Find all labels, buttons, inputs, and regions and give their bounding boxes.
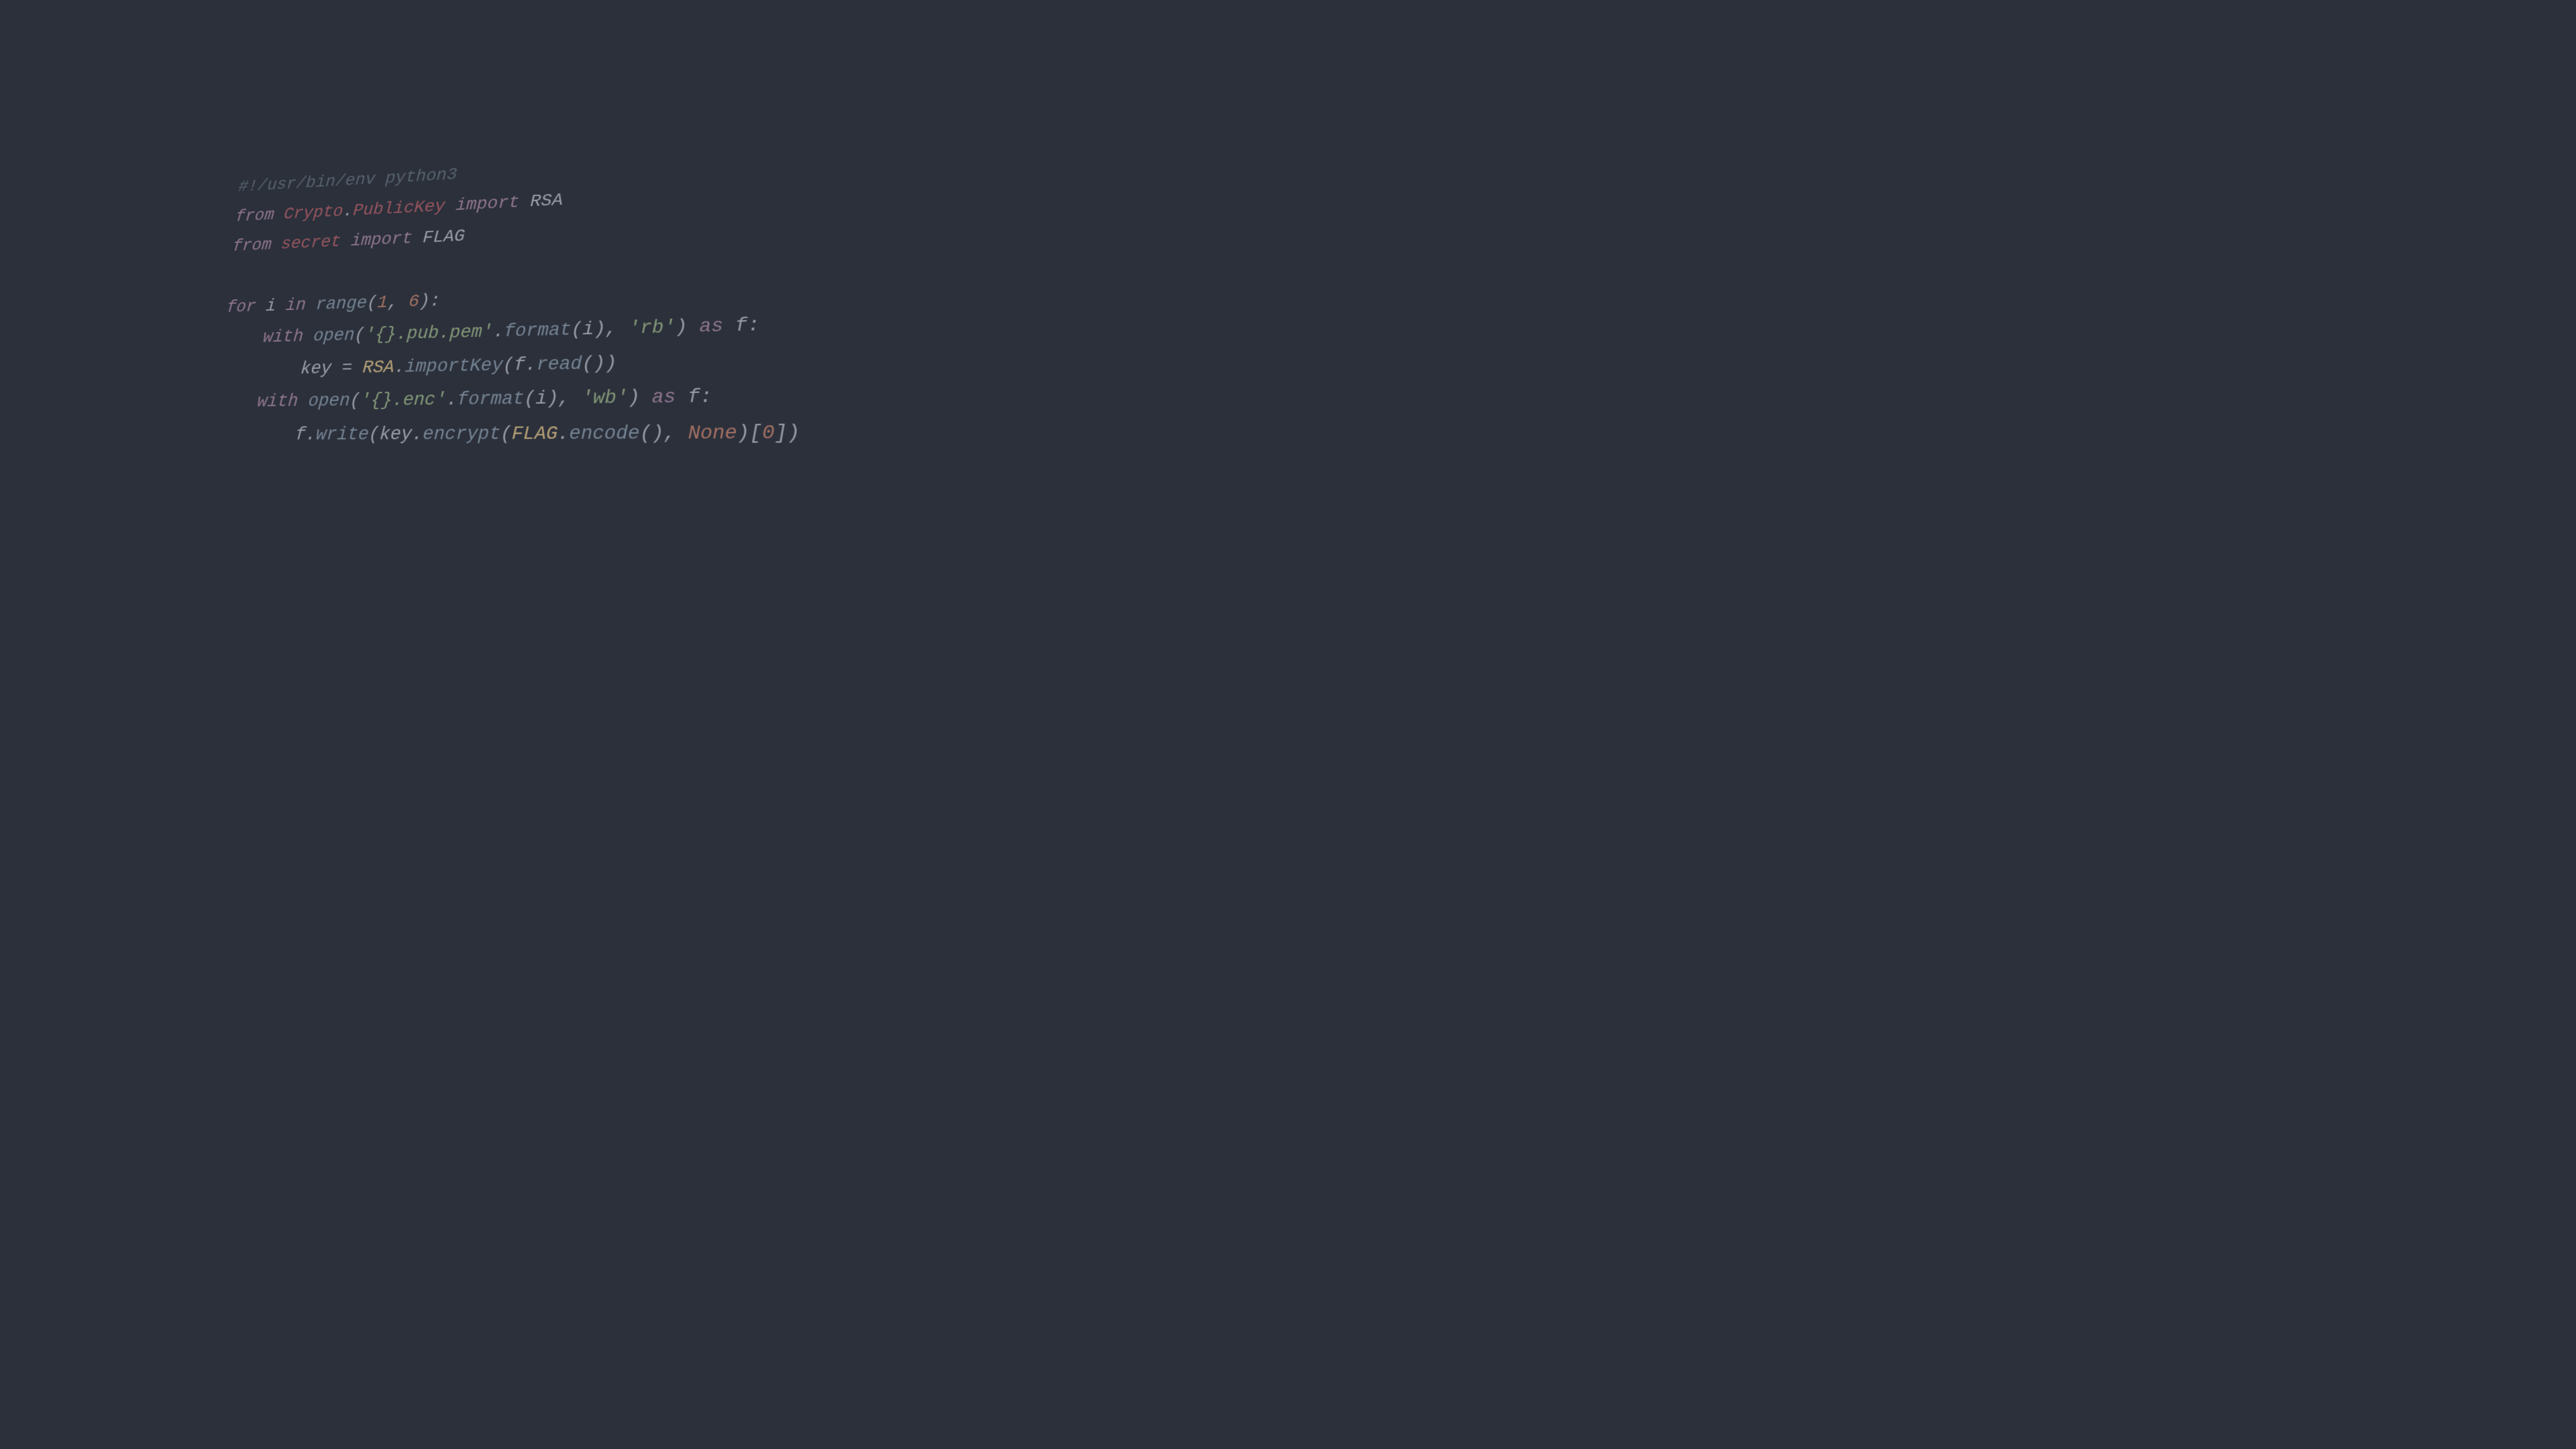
method-encrypt: encrypt	[422, 423, 500, 445]
keyword-in: in	[275, 295, 317, 316]
string-enc: '{}.enc'	[360, 390, 447, 411]
keyword-import: import	[340, 229, 423, 252]
builtin-open: open	[313, 326, 355, 347]
string-pubpem: '{}.pub.pem'	[364, 322, 494, 345]
python-code-block: #!/usr/bin/env python3 from Crypto.Publi…	[209, 108, 802, 490]
class-rsa: RSA	[362, 358, 395, 378]
ident-f: f	[735, 315, 748, 337]
method-format: format	[457, 389, 525, 411]
method-importkey: importKey	[405, 356, 503, 378]
module-publickey: PublicKey	[352, 197, 445, 221]
method-write: write	[315, 424, 370, 445]
keyword-from: from	[232, 235, 282, 256]
const-none: None	[688, 422, 737, 445]
blank-line	[229, 268, 231, 286]
method-format: format	[504, 320, 572, 342]
string-wb: 'wb'	[581, 388, 628, 410]
builtin-open: open	[307, 391, 350, 412]
keyword-from: from	[235, 205, 284, 226]
keyword-for: for	[225, 297, 266, 317]
method-encode: encode	[569, 423, 640, 445]
number-0: 0	[762, 422, 775, 445]
module-secret: secret	[280, 233, 341, 254]
code-screenshot: #!/usr/bin/env python3 from Crypto.Publi…	[0, 0, 1014, 570]
const-flag: FLAG	[511, 423, 557, 445]
method-read: read	[536, 354, 582, 375]
module-crypto: Crypto	[283, 203, 344, 224]
string-rb: 'rb'	[629, 317, 676, 339]
keyword-import: import	[445, 193, 531, 216]
ident-rsa: RSA	[530, 191, 563, 211]
builtin-range: range	[315, 294, 368, 315]
keyword-as: as	[652, 387, 688, 409]
shebang-comment: #!/usr/bin/env python3	[237, 166, 458, 197]
ident-key: key	[300, 359, 332, 380]
ident-flag: FLAG	[422, 227, 465, 248]
keyword-with: with	[256, 392, 309, 413]
keyword-with: with	[262, 327, 314, 347]
keyword-as: as	[699, 316, 735, 338]
